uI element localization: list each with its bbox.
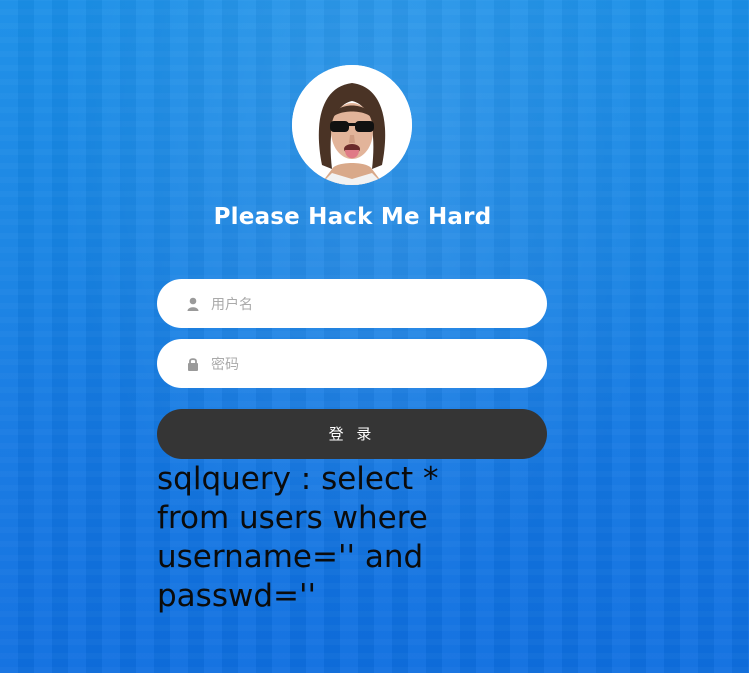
username-field[interactable] (157, 279, 547, 330)
password-field[interactable] (157, 339, 547, 390)
password-input[interactable] (209, 339, 533, 390)
lock-icon (187, 356, 199, 371)
avatar-image (292, 65, 412, 185)
avatar (292, 65, 412, 185)
login-button[interactable]: 登 录 (157, 409, 547, 459)
username-input[interactable] (209, 279, 533, 330)
sql-query-text: sqlquery : select * from users where use… (157, 461, 439, 614)
page-title: Please Hack Me Hard (213, 204, 492, 230)
user-icon (187, 296, 199, 311)
